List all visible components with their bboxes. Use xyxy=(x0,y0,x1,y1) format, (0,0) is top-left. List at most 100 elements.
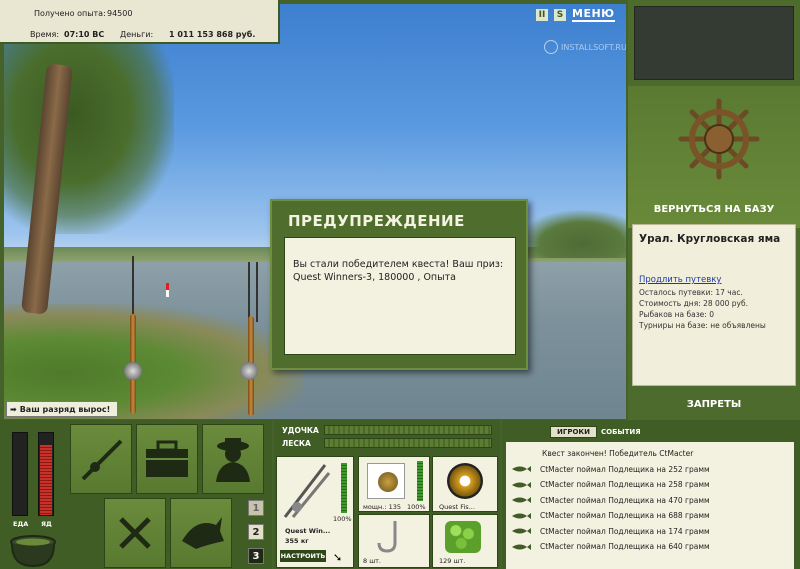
cauldron-icon[interactable] xyxy=(8,532,58,568)
events-log[interactable]: Квест закончен! Победитель CtMacter CtMa… xyxy=(506,442,794,569)
event-header-line: Квест закончен! Победитель CtMacter xyxy=(542,449,694,459)
event-text: CtMacter поймал Подлещика на 470 грамм xyxy=(540,495,710,505)
bait-slot[interactable]: 129 шт. xyxy=(432,514,498,568)
line-slot[interactable]: Quest Fis... xyxy=(432,456,498,512)
reel-picture xyxy=(367,463,405,499)
event-line: CtMacter поймал Подлещика на 258 грамм xyxy=(510,477,790,493)
arrow-right-icon: ➡ xyxy=(10,404,17,414)
fishing-rod-icon xyxy=(81,439,123,481)
rod-line-1 xyxy=(132,256,134,316)
fish-tile[interactable] xyxy=(170,498,232,568)
day-cost: Стоимость дня: 28 000 руб. xyxy=(639,299,748,308)
tab-players[interactable]: ИГРОКИ xyxy=(550,426,597,438)
line-label: ЛЕСКА xyxy=(282,439,311,448)
event-text: CtMacter поймал Подлещика на 640 грамм xyxy=(540,542,710,552)
fishers-count: Рыбаков на базе: 0 xyxy=(639,310,714,319)
info-screen xyxy=(634,6,794,80)
permit-remaining: Осталось путевки: 17 час. xyxy=(639,288,743,297)
page-1-button[interactable]: 1 xyxy=(248,500,264,516)
extend-permit-link[interactable]: Продлить путевку xyxy=(639,275,789,285)
float-icon[interactable] xyxy=(166,283,169,297)
rod-line-3 xyxy=(256,262,258,322)
rod-line-2 xyxy=(248,262,250,322)
rod-label: УДОЧКА xyxy=(282,426,319,435)
fork-knife-icon xyxy=(119,517,151,549)
fish-icon xyxy=(512,512,531,519)
fish-icon xyxy=(512,466,531,473)
fisherman-icon xyxy=(216,438,250,482)
rod-weight: 355 кг xyxy=(285,537,309,545)
return-to-base-button[interactable]: ВЕРНУТЬСЯ НА БАЗУ xyxy=(628,204,800,215)
line-strength-bar xyxy=(324,438,492,448)
event-text: CtMacter поймал Подлещика на 258 грамм xyxy=(540,480,710,490)
dialog-message: Вы стали победителем квеста! Ваш приз: Q… xyxy=(293,259,504,283)
reel-slot[interactable]: мощн.: 135 100% xyxy=(358,456,430,512)
food-label: ЕДА xyxy=(13,520,29,528)
time-value: 07:10 ВС xyxy=(64,30,105,39)
rod-set-icon xyxy=(283,464,331,518)
exp-label: Получено опыта: xyxy=(34,9,106,18)
poison-bar xyxy=(38,432,54,516)
dialog-title: ПРЕДУПРЕЖДЕНИЕ xyxy=(288,212,465,230)
event-line: CtMacter поймал Подлещика на 174 грамм xyxy=(510,524,790,540)
page-2-button[interactable]: 2 xyxy=(248,524,264,540)
ship-wheel-icon[interactable] xyxy=(678,98,760,180)
fish-icon xyxy=(512,528,531,535)
rod-tile[interactable] xyxy=(70,424,132,494)
event-line: CtMacter поймал Подлещика на 640 грамм xyxy=(510,539,790,555)
line-spool-icon xyxy=(447,463,483,499)
arrow-down-right-icon: ➘ xyxy=(333,551,343,564)
tournaments-status: Турниры на базе: не объявлены xyxy=(639,321,766,330)
tab-events[interactable]: СОБЫТИЯ xyxy=(601,428,641,436)
money-label: Деньги: xyxy=(120,30,154,39)
event-text: CtMacter поймал Подлещика на 688 грамм xyxy=(540,511,710,521)
status-panel: Получено опыта: 94500 Время: 07:10 ВС Де… xyxy=(0,0,280,44)
dialog-body: Вы стали победителем квеста! Ваш приз: Q… xyxy=(284,237,516,355)
money-value: 1 011 153 868 руб. xyxy=(169,30,256,39)
event-line: CtMacter поймал Подлещика на 252 грамм xyxy=(510,462,790,478)
hook-count: 8 шт. xyxy=(363,557,382,565)
hook-slot[interactable]: 8 шт. xyxy=(358,514,430,568)
hook-icon xyxy=(377,521,397,553)
page-3-button[interactable]: 3 xyxy=(248,548,264,564)
rod-condition-meter xyxy=(341,463,347,513)
event-text: CtMacter поймал Подлещика на 252 грамм xyxy=(540,464,710,474)
watermark-logo-icon xyxy=(544,40,558,54)
game-window: INSTALLSOFT.RU Получено опыта: 94500 Вре… xyxy=(0,0,800,569)
poison-bar-fill xyxy=(40,445,52,515)
tackle-box-tile[interactable] xyxy=(136,424,198,494)
setup-button[interactable]: НАСТРОИТЬ xyxy=(280,550,326,562)
toast-text: Ваш разряд вырос! xyxy=(19,404,111,414)
warning-dialog[interactable]: ПРЕДУПРЕЖДЕНИЕ Вы стали победителем квес… xyxy=(270,199,528,370)
watermark: INSTALLSOFT.RU xyxy=(544,40,626,54)
location-title: Урал. Кругловская яма xyxy=(639,233,781,245)
tree-crown xyxy=(4,34,174,234)
exp-value: 94500 xyxy=(107,9,133,18)
rod-name: Quest Win... xyxy=(285,527,331,535)
location-info: Урал. Кругловская яма Продлить путевку О… xyxy=(632,224,796,386)
pause-icon[interactable]: II xyxy=(536,9,548,21)
bans-button[interactable]: ЗАПРЕТЫ xyxy=(628,399,800,410)
poison-label: ЯД xyxy=(41,520,52,528)
time-label: Время: xyxy=(30,30,60,39)
line-name: Quest Fis... xyxy=(439,503,475,511)
reel-power: мощн.: 135 xyxy=(363,503,401,511)
event-line: CtMacter поймал Подлещика на 688 грамм xyxy=(510,508,790,524)
reel-percent: 100% xyxy=(407,503,426,511)
rod-strength-bar xyxy=(324,425,492,435)
fish-icon xyxy=(182,517,224,549)
rod-percent: 100% xyxy=(333,515,352,523)
fish-icon xyxy=(512,497,531,504)
food-tile[interactable] xyxy=(104,498,166,568)
level-up-toast[interactable]: ➡ Ваш разряд вырос! xyxy=(6,401,118,417)
fish-icon xyxy=(512,481,531,488)
reel-icon xyxy=(378,472,398,492)
food-bar xyxy=(12,432,28,516)
reel-icon-2 xyxy=(240,362,258,380)
fisherman-tile[interactable] xyxy=(202,424,264,494)
sound-icon[interactable]: S xyxy=(554,9,566,21)
menu-button[interactable]: МЕНЮ xyxy=(572,8,615,22)
event-text: CtMacter поймал Подлещика на 174 грамм xyxy=(540,526,710,536)
event-line: CtMacter поймал Подлещика на 470 грамм xyxy=(510,493,790,509)
events-panel: ИГРОКИ СОБЫТИЯ Квест закончен! Победител… xyxy=(502,420,800,569)
